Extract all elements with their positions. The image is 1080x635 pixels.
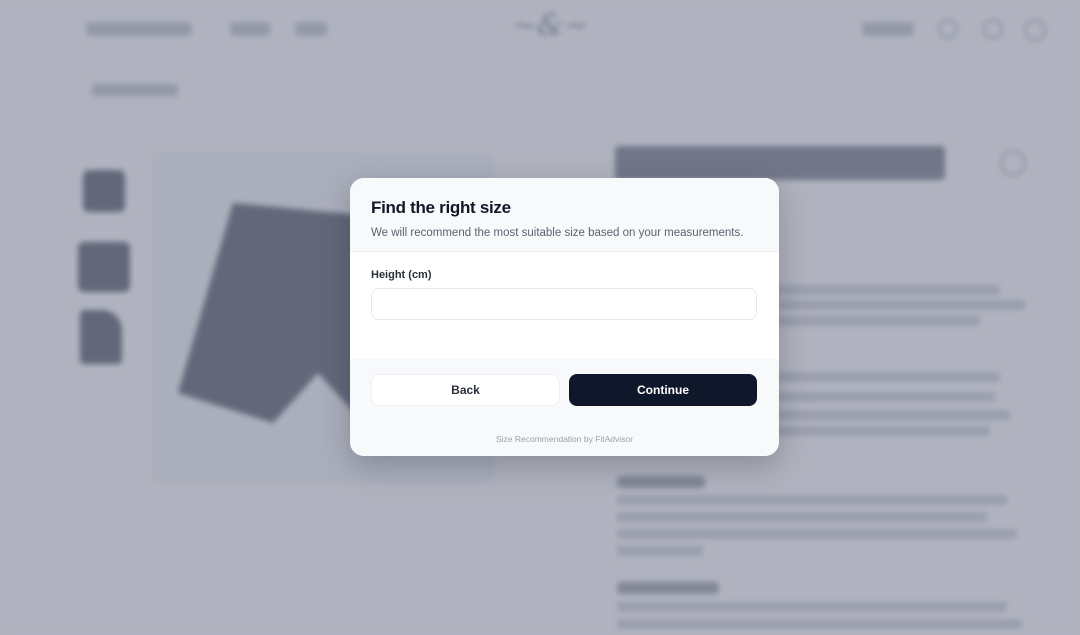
height-field-label: Height (cm) <box>371 269 432 281</box>
continue-button[interactable]: Continue <box>569 374 757 406</box>
size-finder-modal: Find the right size We will recommend th… <box>350 178 779 456</box>
modal-subtitle: We will recommend the most suitable size… <box>371 227 744 239</box>
modal-header: Find the right size We will recommend th… <box>350 178 779 252</box>
modal-body: Height (cm) <box>350 252 779 359</box>
modal-footer: Back Continue Size Recommendation by Fit… <box>350 359 779 456</box>
height-input[interactable] <box>371 288 757 320</box>
modal-title: Find the right size <box>371 198 511 217</box>
powered-by-text: Size Recommendation by FitAdvisor <box>495 434 633 444</box>
back-button[interactable]: Back <box>371 374 560 406</box>
